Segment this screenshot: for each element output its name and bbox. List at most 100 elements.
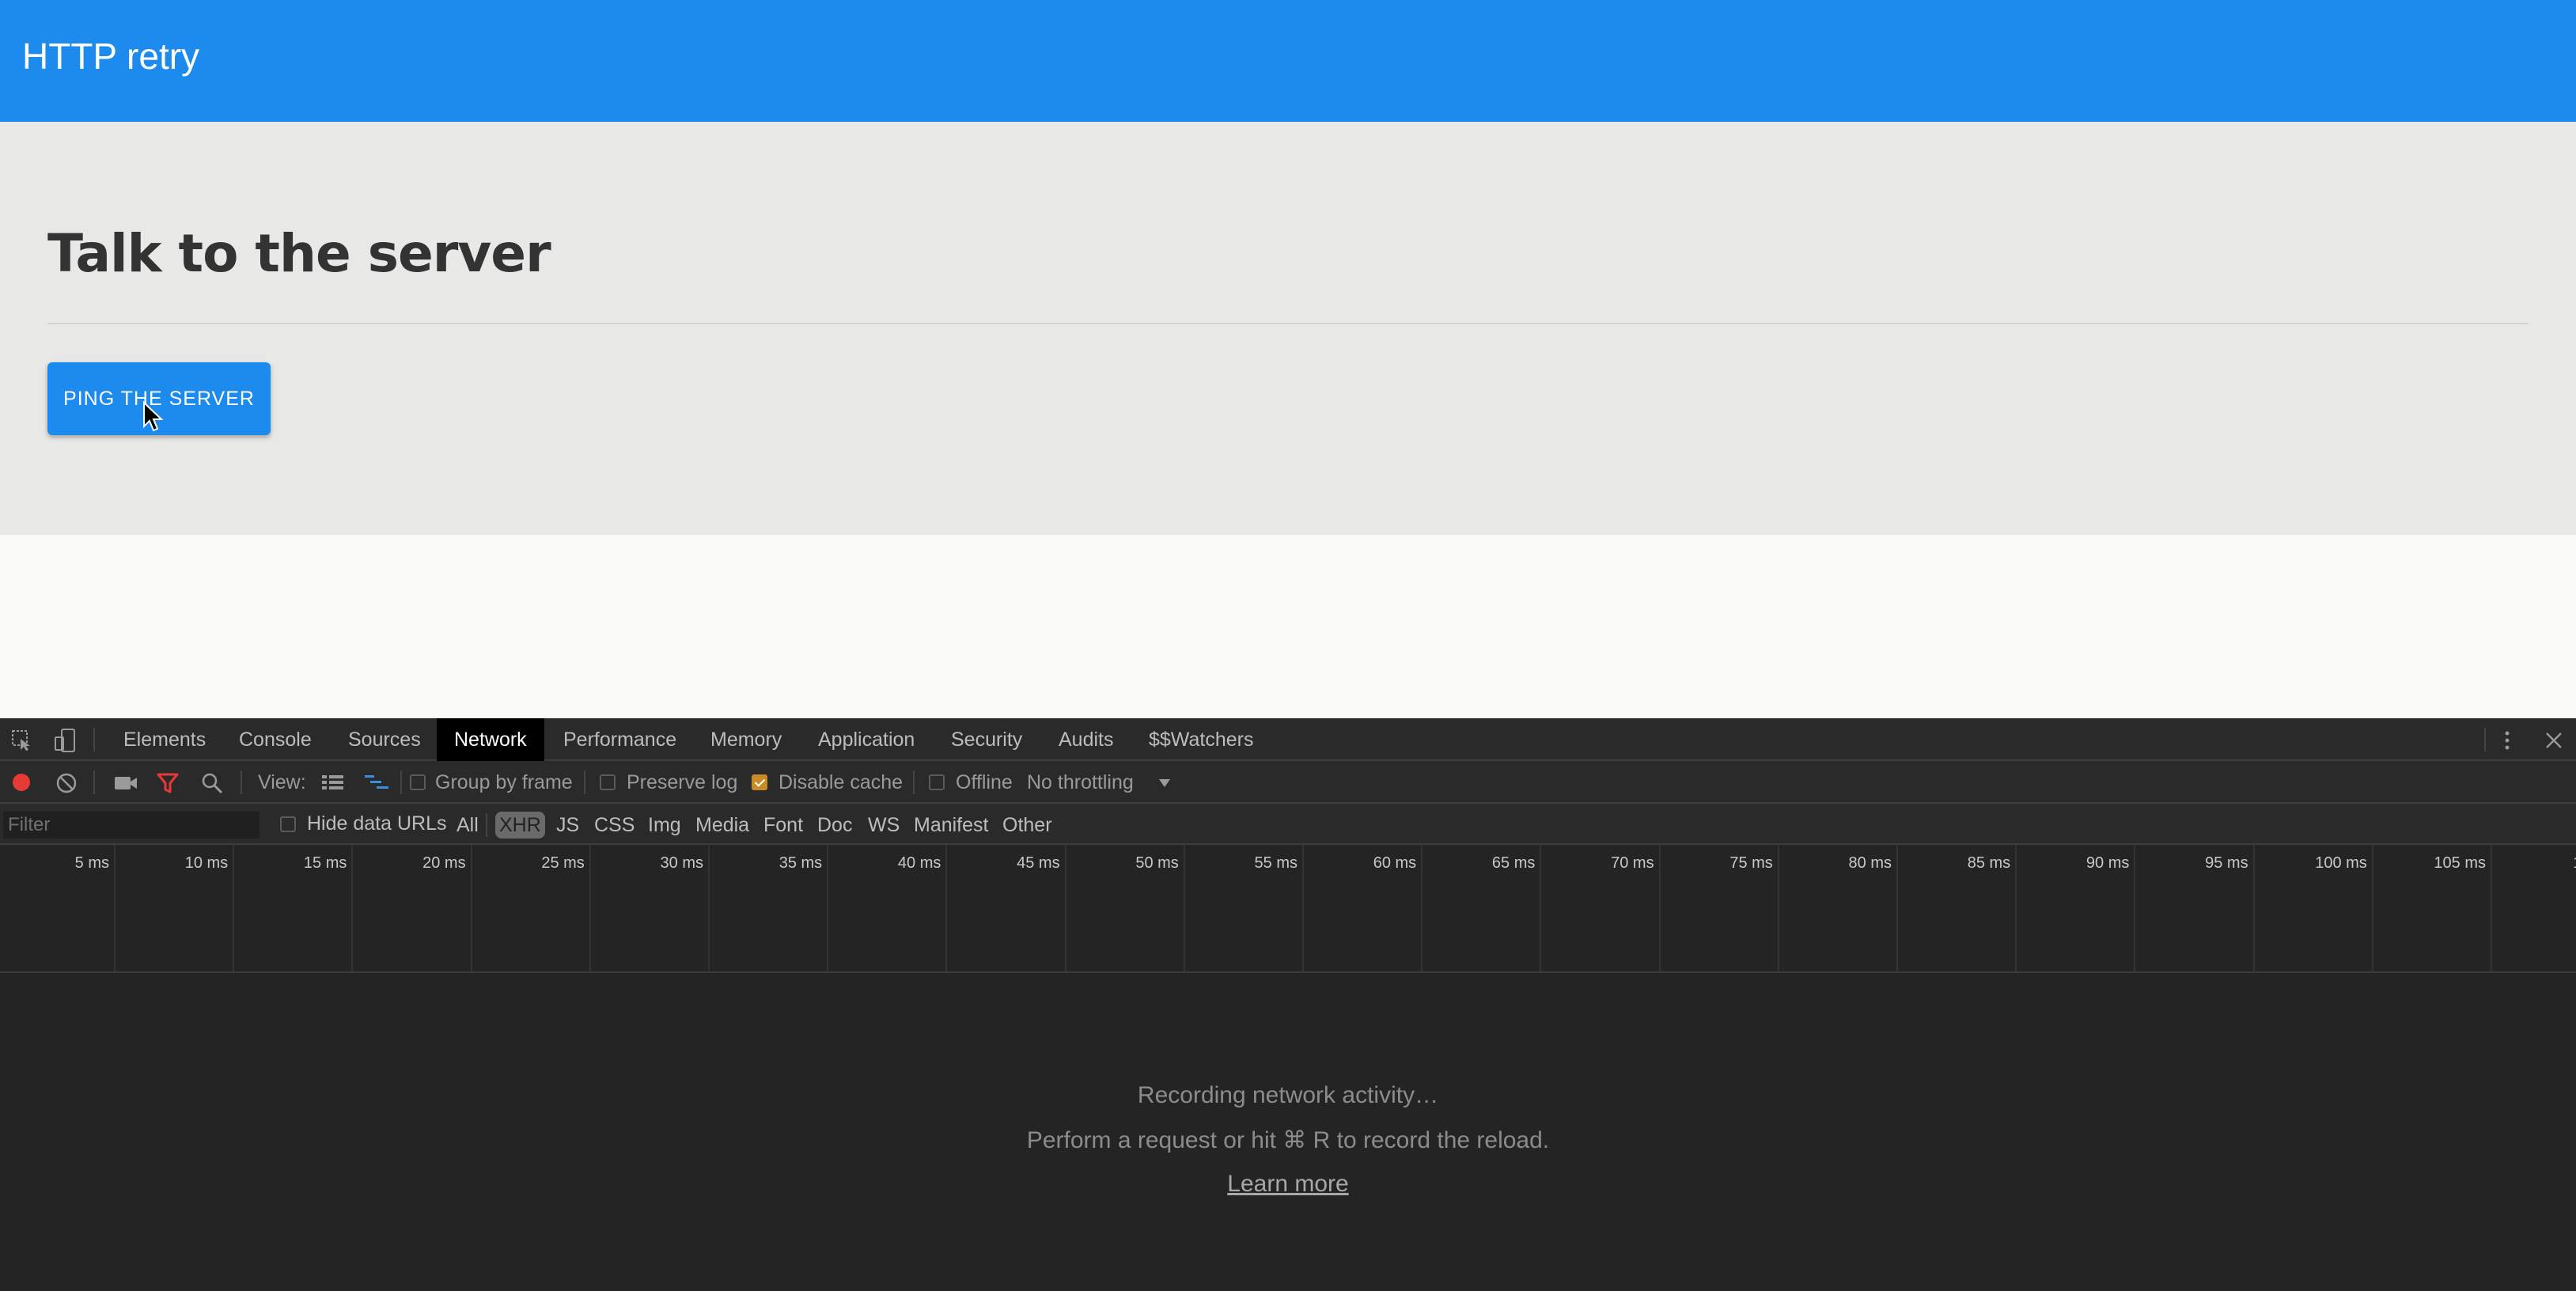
timeline-grid-line (1183, 845, 1185, 971)
separator (93, 728, 95, 752)
timeline-grid-line (2134, 845, 2136, 971)
filter-type-font[interactable]: Font (760, 812, 807, 839)
filter-type-xhr[interactable]: XHR (495, 812, 545, 839)
timeline-tick-label: 30 ms (660, 854, 703, 872)
throttling-select[interactable]: No throttling (1027, 771, 1134, 794)
filter-type-js[interactable]: JS (552, 812, 583, 839)
timeline-grid-line (233, 845, 235, 971)
main-content: Talk to the server PING THE SERVER (0, 122, 2576, 535)
list-view-icon[interactable] (321, 774, 345, 791)
inspect-element-icon[interactable] (11, 729, 33, 752)
learn-more-link[interactable]: Learn more (1227, 1171, 1348, 1197)
filter-type-ws[interactable]: WS (864, 812, 903, 839)
offline-label: Offline (956, 771, 1013, 793)
view-label: View: (258, 771, 306, 793)
timeline-tick-label: 25 ms (541, 854, 585, 872)
timeline-overview-border (0, 971, 2576, 973)
timeline-grid-line (470, 845, 472, 971)
preserve-log-label: Preserve log (627, 771, 738, 793)
timeline-grid-line (114, 845, 116, 971)
tab-audits[interactable]: Audits (1041, 718, 1131, 761)
timeline-grid-line (1302, 845, 1304, 971)
separator (2484, 728, 2486, 752)
tab-security[interactable]: Security (934, 718, 1040, 761)
timeline-grid-line (1658, 845, 1661, 971)
separator (584, 770, 585, 794)
blank-area (0, 535, 2576, 718)
tab-watchers[interactable]: $$Watchers (1131, 718, 1271, 761)
group-by-frame-checkbox[interactable] (410, 774, 426, 790)
camera-icon[interactable] (114, 775, 138, 791)
search-icon[interactable] (201, 772, 223, 794)
filter-input[interactable] (3, 812, 259, 839)
timeline-tick-label: 11 (2573, 854, 2576, 873)
tab-console[interactable]: Console (222, 718, 329, 761)
group-by-frame-label: Group by frame (435, 771, 573, 793)
timeline-tick-label: 85 ms (1967, 854, 2011, 872)
record-icon[interactable] (11, 772, 32, 793)
timeline-tick-label: 10 ms (184, 854, 229, 872)
separator (400, 770, 402, 794)
filter-type-media[interactable]: Media (691, 812, 753, 839)
timeline-tick-label: 95 ms (2205, 854, 2248, 872)
filter-type-other[interactable]: Other (998, 812, 1056, 839)
timeline-grid-line (2252, 845, 2255, 971)
learn-more-row: Learn more (0, 1171, 2576, 1198)
app-title: HTTP retry (22, 36, 200, 77)
filter-type-all[interactable]: All (453, 812, 483, 839)
disable-cache-checkbox[interactable] (752, 774, 767, 790)
tab-sources[interactable]: Sources (331, 718, 438, 761)
timeline-grid-line (2015, 845, 2017, 971)
device-toolbar-icon[interactable] (54, 728, 78, 753)
tab-performance[interactable]: Performance (546, 718, 694, 761)
dropdown-arrow-icon[interactable] (1158, 778, 1171, 788)
tab-network[interactable]: Network (437, 718, 544, 761)
tab-memory[interactable]: Memory (693, 718, 799, 761)
timeline-grid-line (1540, 845, 1542, 971)
close-icon[interactable] (2544, 731, 2563, 750)
waterfall-view-icon[interactable] (364, 774, 389, 791)
disable-cache-label: Disable cache (778, 771, 903, 793)
timeline-tick-label: 40 ms (897, 854, 941, 872)
preserve-log-checkbox[interactable] (600, 774, 616, 790)
page-heading: Talk to the server (47, 223, 551, 284)
timeline-tick-label: 45 ms (1017, 854, 1060, 872)
timeline-overview: 5 ms 10 ms 15 ms 20 ms 25 ms 30 ms 35 ms 40 ms 4… (0, 845, 2576, 900)
more-options-icon[interactable] (2502, 729, 2513, 752)
timeline-grid-line (1421, 845, 1423, 971)
clear-icon[interactable] (55, 772, 78, 794)
timeline-grid-line (1064, 845, 1066, 971)
timeline-grid-line (1777, 845, 1779, 971)
network-toolbar: View: Group by frame Preserve log Disabl… (0, 761, 2576, 804)
timeline-tick-label: 80 ms (1848, 854, 1892, 872)
timeline-grid-line (1896, 845, 1898, 971)
divider (47, 323, 2529, 324)
offline-checkbox[interactable] (929, 774, 945, 790)
separator (913, 770, 915, 794)
tab-application[interactable]: Application (801, 718, 932, 761)
timeline-tick-label: 20 ms (422, 854, 466, 872)
hide-data-urls-checkbox[interactable] (280, 816, 296, 832)
timeline-tick-label: 5 ms (74, 854, 109, 872)
filter-type-doc[interactable]: Doc (813, 812, 856, 839)
timeline-tick-label: 100 ms (2315, 854, 2367, 872)
timeline-grid-line (351, 845, 354, 971)
timeline-tick-label: 50 ms (1135, 854, 1179, 872)
tab-elements[interactable]: Elements (106, 718, 223, 761)
filter-type-css[interactable]: CSS (590, 812, 638, 839)
timeline-grid-line (2371, 845, 2373, 971)
timeline-tick-label: 65 ms (1491, 854, 1536, 872)
timeline-tick-label: 60 ms (1373, 854, 1417, 872)
timeline-grid-line (708, 845, 710, 971)
timeline-tick-label: 70 ms (1611, 854, 1654, 872)
devtools-panel: Elements Console Sources Network Perform… (0, 718, 2576, 1291)
separator (486, 813, 487, 837)
separator (93, 770, 95, 794)
separator (241, 770, 242, 794)
filter-icon[interactable] (157, 772, 179, 794)
timeline-grid-line (589, 845, 591, 971)
recording-message: Recording network activity… (1137, 1082, 1439, 1108)
filter-type-manifest[interactable]: Manifest (910, 812, 992, 839)
timeline-tick-label: 55 ms (1254, 854, 1297, 872)
filter-type-img[interactable]: Img (644, 812, 685, 839)
